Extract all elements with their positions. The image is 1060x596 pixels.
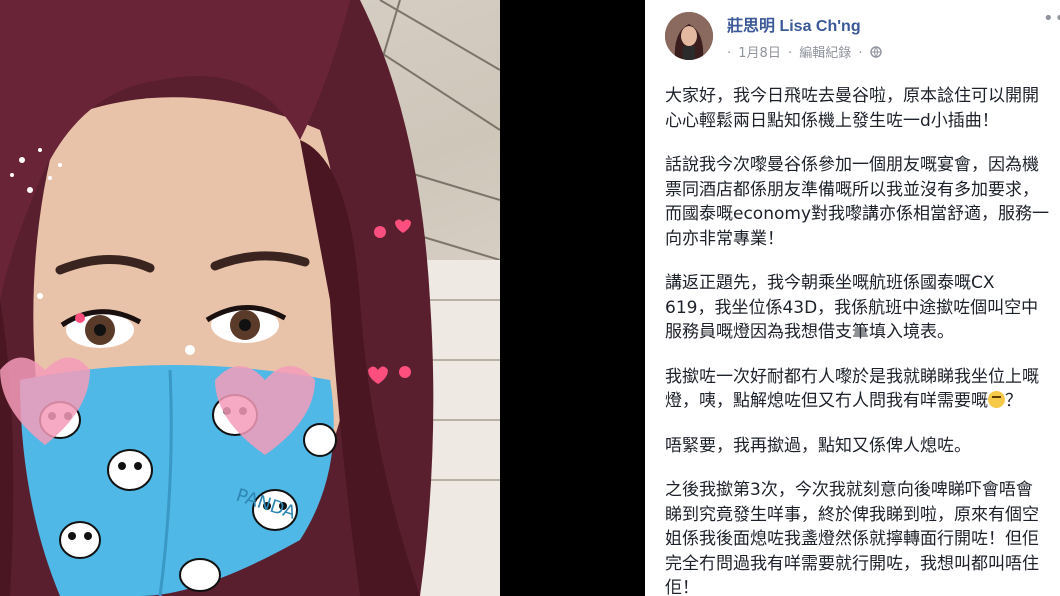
edit-history-link[interactable]: 編輯紀錄 (799, 46, 851, 61)
post-body: 大家好，我今日飛咗去曼谷啦，原本諗住可以開開 心心輕鬆兩日點知係機上發生咗一d小… (665, 84, 1060, 596)
globe-icon (869, 46, 882, 61)
author-name-link[interactable]: 莊思明 Lisa Ch'ng (727, 12, 861, 36)
meta-separator: · (787, 46, 793, 61)
post-photo[interactable]: PANDA (0, 0, 500, 596)
more-options-icon[interactable]: ••• (1043, 8, 1060, 29)
thinking-face-icon (988, 391, 1005, 408)
avatar[interactable] (665, 12, 713, 60)
post-panel: 莊思明 Lisa Ch'ng · 1月8日 · 編輯紀錄 · ••• 大家好，我… (645, 0, 1060, 596)
post-date-link[interactable]: 1月8日 (738, 46, 781, 61)
meta-separator: · (858, 46, 863, 61)
post-paragraph: 講返正題先，我今朝乘坐嘅航班係國泰嘅CX 619，我坐位係43D，我係航班中途撳… (665, 273, 1039, 342)
post-meta: · 1月8日 · 編輯紀錄 · (727, 42, 885, 61)
post-paragraph: 唔緊要，我再撳過，點知又係俾人熄咗。 (665, 435, 971, 456)
post-paragraph: 話說我今次嚟曼谷係參加一個朋友嘅宴會，因為機 票同酒店都係朋友準備嘅所以我並沒有… (665, 155, 1050, 249)
post-paragraph: 我撳咗一次好耐都冇人嚟於是我就睇睇我坐位上嘅 燈，咦，點解熄咗但又冇人問我有咩需… (665, 366, 1039, 412)
selfie-image: PANDA (0, 0, 500, 596)
avatar-image (665, 12, 713, 60)
post-paragraph: 之後我撳第3次，今次我就刻意向後啤睇吓會唔會 睇到究竟發生咩事，終於俾我睇到啦，… (665, 480, 1039, 596)
post-paragraph: 大家好，我今日飛咗去曼谷啦，原本諗住可以開開 心心輕鬆兩日點知係機上發生咗一d小… (665, 86, 1039, 131)
meta-separator: · (727, 46, 732, 61)
